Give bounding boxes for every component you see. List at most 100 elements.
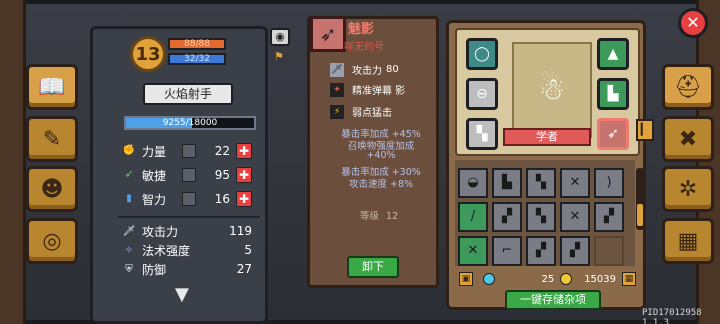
equip-slot-necklace[interactable]: ◯ xyxy=(466,38,498,70)
lock-icon[interactable]: ▣ xyxy=(459,272,473,286)
scroll-icon: ✎ xyxy=(42,126,62,152)
equip-slot-armor[interactable]: ▙ xyxy=(597,78,629,110)
xp-bar: 9255/18000 xyxy=(124,116,256,130)
mp-bar: 32/32 xyxy=(168,53,226,65)
boots-icon: ▚ xyxy=(476,126,488,142)
property-name: 法术强度 xyxy=(142,243,191,258)
gear-icon: ✲ xyxy=(678,176,698,202)
agility-increase-button[interactable]: ✚ xyxy=(236,167,252,183)
equip-slot-ring[interactable]: ⊖ xyxy=(466,78,498,110)
level-badge: 13 xyxy=(130,36,166,72)
attribute-name: 智力 xyxy=(142,192,167,207)
equipment-menu-button[interactable]: ⛑ xyxy=(662,64,714,110)
gauntlets-icon: ▞ xyxy=(536,243,546,258)
equip-slot-weapon[interactable]: ➶ xyxy=(597,118,629,150)
boots-icon: ▚ xyxy=(536,209,546,224)
stats-divider xyxy=(118,216,260,218)
inventory-item-crossed-swords[interactable]: ✕ xyxy=(560,168,590,198)
close-icon: ✕ xyxy=(686,13,700,32)
property-row-attack: 🗡 攻击力 119 xyxy=(122,222,258,240)
class-title-button[interactable]: 火焰射手 xyxy=(143,83,233,105)
dagger-icon: / xyxy=(470,209,476,224)
boots-icon: ▚ xyxy=(536,175,546,190)
book-icon: ▮ xyxy=(126,193,132,204)
character-portrait: ☃ xyxy=(512,42,592,138)
crossed-swords-icon: ✕ xyxy=(467,243,479,258)
bonus-line: +40% xyxy=(366,150,396,161)
gem-icon xyxy=(483,273,495,285)
inventory-item-crossed-daggers[interactable]: ✕ xyxy=(458,236,488,266)
skills-menu-button[interactable]: ✎ xyxy=(26,116,78,162)
equip-slot-helmet[interactable]: ▲ xyxy=(597,38,629,70)
chevron-down-icon[interactable]: ▼ xyxy=(175,284,189,305)
settings-menu-button[interactable]: ✲ xyxy=(662,166,714,212)
stash-misc-button[interactable]: 一键存储杂项 xyxy=(505,290,601,310)
crossed-swords-icon: ✕ xyxy=(569,175,581,190)
extra-menu-button[interactable]: ▦ xyxy=(662,218,714,264)
strength-decrease-button[interactable] xyxy=(182,144,196,158)
paw-icon: ☻ xyxy=(40,176,64,202)
equip-slot-boots[interactable]: ▚ xyxy=(466,118,498,150)
right-wood-border xyxy=(696,0,720,324)
inventory-item-gauntlets-4[interactable]: ▞ xyxy=(560,236,590,266)
inventory-item-gauntlets-3[interactable]: ▞ xyxy=(526,236,556,266)
pets-menu-button[interactable]: ☻ xyxy=(26,166,78,212)
close-button[interactable]: ✕ xyxy=(678,8,708,38)
inventory-slot-empty[interactable] xyxy=(594,236,624,266)
screenshot-button[interactable]: ◉ xyxy=(270,28,290,46)
gauntlets-icon: ▞ xyxy=(502,209,512,224)
grid-view-icon[interactable]: ▦ xyxy=(622,272,636,286)
camera-icon: ◉ xyxy=(275,30,285,43)
attribute-name: 力量 xyxy=(142,144,167,159)
hat-icon: ▲ xyxy=(607,46,619,62)
inventory-item-boots[interactable]: ▚ xyxy=(526,168,556,198)
attribute-row-agility: ➶ 敏捷 95 ✚ xyxy=(122,165,258,185)
flame-icon: ✦ xyxy=(330,82,344,97)
attribute-value: 16 xyxy=(214,192,230,206)
ring-icon: ⊖ xyxy=(476,86,488,102)
class-name-label: 学者 xyxy=(503,128,591,146)
inventory-item-helmet-blue[interactable]: ◒ xyxy=(458,168,488,198)
equipment-tab-toggle[interactable]: ▎ xyxy=(636,119,654,141)
vehicle-menu-button[interactable]: ◎ xyxy=(26,218,78,264)
grade-value: 12 xyxy=(386,211,399,222)
inventory-item-gauntlets-2[interactable]: ▞ xyxy=(594,202,624,232)
inventory-item-scythe[interactable]: ⌐ xyxy=(492,236,522,266)
scythe-icon: ⌐ xyxy=(501,243,513,258)
xp-text: 9255/18000 xyxy=(162,118,218,128)
journal-menu-button[interactable]: 📖 xyxy=(26,64,78,110)
intelligence-increase-button[interactable]: ✚ xyxy=(236,191,252,207)
skill-1-label: 精准弹幕 影 xyxy=(352,86,406,97)
sword-icon: 🗡 xyxy=(330,62,344,77)
grade-label: 等级 xyxy=(360,211,380,222)
crossbow-icon: ➶ xyxy=(607,126,619,142)
weapon-grade: 等级 12 xyxy=(360,208,398,222)
agility-decrease-button[interactable] xyxy=(182,168,196,182)
property-name: 攻击力 xyxy=(142,224,179,239)
inventory-item-gauntlets[interactable]: ▞ xyxy=(492,202,522,232)
crossed-swords-icon: ✕ xyxy=(569,209,581,224)
weapon-subtitle: 咩无的号 xyxy=(344,42,384,53)
bookmark-icon[interactable]: ⚑ xyxy=(274,50,284,63)
weapon-attack-line: 🗡 攻击力 80 xyxy=(330,62,435,77)
feather-icon: ➶ xyxy=(124,169,134,180)
strength-increase-button[interactable]: ✚ xyxy=(236,143,252,159)
unequip-button[interactable]: 卸下 xyxy=(347,256,399,278)
inventory-item-bow[interactable]: ) xyxy=(594,168,624,198)
inventory-item-dagger[interactable]: / xyxy=(458,202,488,232)
character-sprite-icon: ☃ xyxy=(538,72,566,107)
attack-value: 80 xyxy=(386,64,399,75)
attribute-row-strength: ✊ 力量 22 ✚ xyxy=(122,141,258,161)
hp-bar: 88/88 xyxy=(168,38,226,50)
shield-icon: ⛨ xyxy=(125,263,133,275)
inventory-item-boots-2[interactable]: ▚ xyxy=(526,202,556,232)
gem-count: 25 xyxy=(541,273,555,285)
inventory-item-armor[interactable]: ▙ xyxy=(492,168,522,198)
weapon-name: 魅影 xyxy=(348,22,375,37)
bonus-line: 攻击速度 +8% xyxy=(348,179,414,190)
intelligence-decrease-button[interactable] xyxy=(182,192,196,206)
inventory-scroll-thumb[interactable] xyxy=(637,204,643,226)
inventory-item-crossed-swords-2[interactable]: ✕ xyxy=(560,202,590,232)
fist-icon: ✊ xyxy=(122,145,136,156)
crafting-menu-button[interactable]: ✖ xyxy=(662,116,714,162)
